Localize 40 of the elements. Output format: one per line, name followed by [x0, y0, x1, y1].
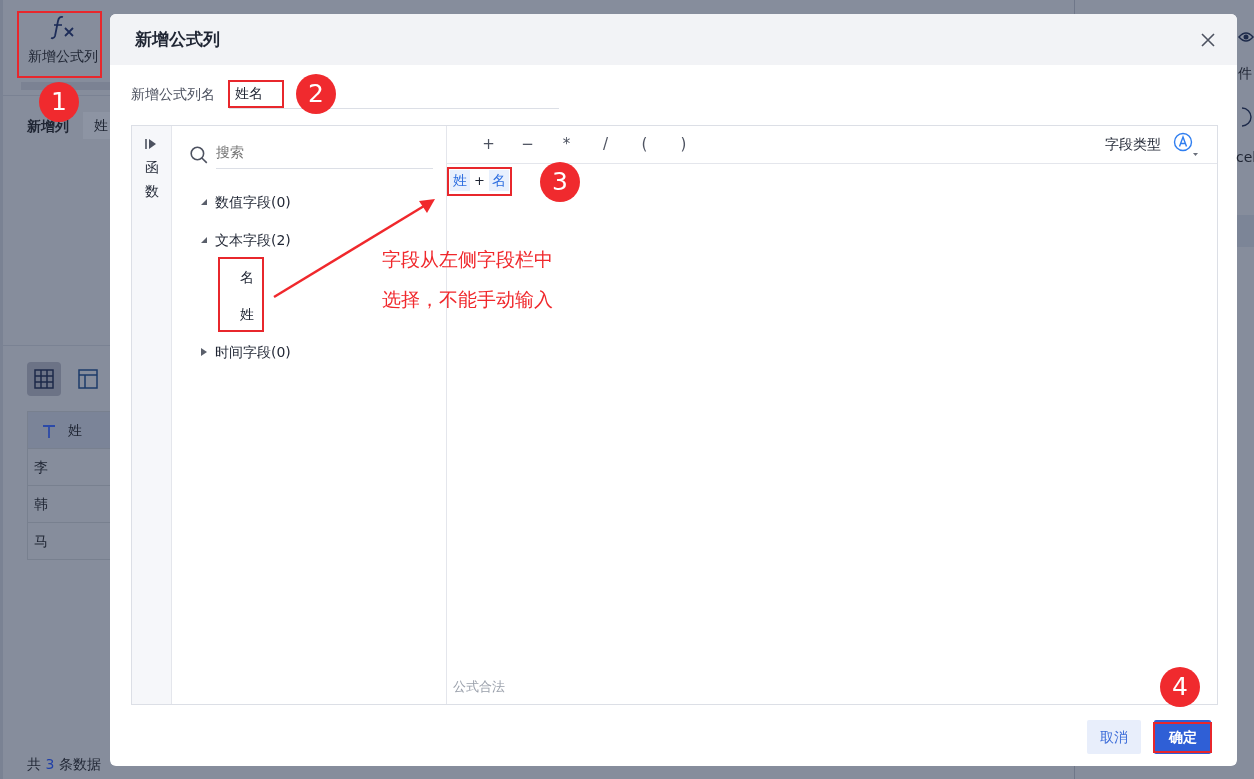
row-count-text: 共 3 条数据 [27, 755, 101, 774]
dialog-title: 新增公式列 [135, 27, 220, 51]
column-chip[interactable]: 姓 [83, 112, 112, 139]
tree-item[interactable]: 数值字段(0) [200, 183, 291, 221]
text-type-icon [42, 423, 56, 438]
annotation-note: 选择，不能手动输入 [382, 287, 553, 312]
type-selector-icon[interactable] [1173, 131, 1199, 158]
expanded-triangle-icon[interactable] [200, 198, 208, 206]
close-icon [1201, 33, 1215, 47]
field-item[interactable]: 姓 [240, 296, 254, 333]
operator-button[interactable]: ) [664, 133, 703, 156]
name-label: 新增公式列名 [131, 84, 215, 104]
search-icon [190, 145, 208, 164]
annotation-box [1153, 722, 1212, 753]
formula-operator: + [473, 171, 486, 190]
operator-button[interactable]: / [586, 133, 625, 156]
annotation-note: 字段从左侧字段栏中 [382, 247, 553, 272]
tree-item[interactable]: 文本字段(2) [200, 221, 291, 259]
operator-button[interactable]: * [547, 133, 586, 156]
collapsed-triangle-icon[interactable] [200, 347, 208, 357]
grid-icon [34, 369, 54, 389]
operator-button[interactable]: ( [625, 133, 664, 156]
field-item[interactable]: 名 [240, 259, 254, 296]
expanded-triangle-icon[interactable] [200, 236, 208, 244]
annotation-box [447, 167, 512, 196]
tree-item[interactable]: 时间字段(0) [200, 333, 291, 371]
formula-field-chip: 名 [488, 170, 509, 191]
annotation-box [228, 80, 284, 108]
table-view-button[interactable] [27, 362, 61, 396]
toolbar-label: 件 [1238, 64, 1252, 83]
cancel-button[interactable]: 取消 [1087, 720, 1141, 754]
operator-button[interactable]: − [508, 133, 547, 156]
field-type-label: 字段类型 [1105, 135, 1161, 154]
formula-field-chip: 姓 [450, 170, 470, 191]
formula-column-button[interactable]: 新增公式列 [21, 14, 105, 67]
functions-tab[interactable]: 函数 [144, 156, 159, 204]
layout-icon [78, 369, 98, 389]
fx-icon [49, 14, 77, 40]
operator-button[interactable]: + [469, 133, 508, 156]
validation-text: 公式合法 [452, 677, 505, 696]
